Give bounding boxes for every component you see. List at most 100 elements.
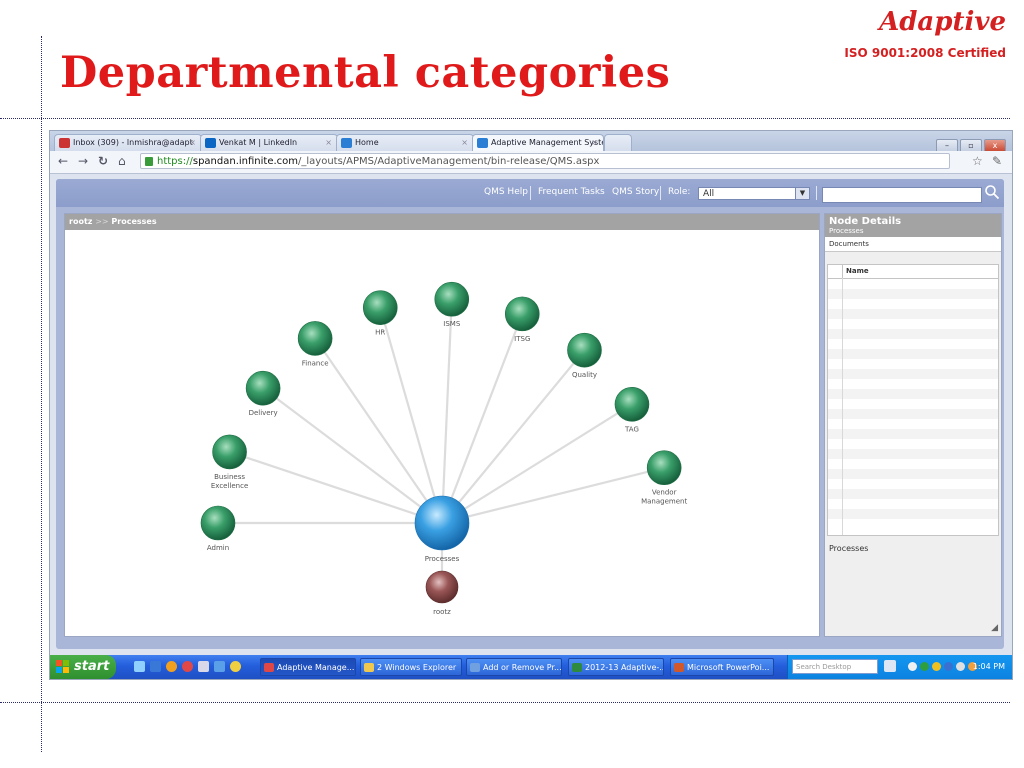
messenger-icon[interactable]: [214, 661, 225, 672]
close-icon[interactable]: ×: [189, 135, 196, 151]
table-row[interactable]: [828, 359, 998, 369]
table-row[interactable]: [828, 439, 998, 449]
table-row[interactable]: [828, 409, 998, 419]
browser-tab-bar: Inbox (309) - lnmishra@adapt × Venkat M …: [50, 131, 1012, 153]
home-icon[interactable]: ⌂: [118, 154, 126, 168]
table-row[interactable]: [828, 349, 998, 359]
close-icon[interactable]: ×: [461, 135, 468, 151]
graph-node-quality[interactable]: [567, 332, 602, 368]
graph-node-label: Processes: [425, 555, 460, 563]
wrench-icon[interactable]: ✎: [992, 154, 1002, 168]
taskbar-item-excel[interactable]: 2012-13 Adaptive-...: [568, 658, 664, 676]
taskbar-item-explorer[interactable]: 2 Windows Explorer: [360, 658, 462, 676]
table-row[interactable]: [828, 489, 998, 499]
table-row[interactable]: [828, 339, 998, 349]
forward-icon[interactable]: →: [78, 154, 88, 168]
search-input[interactable]: [822, 187, 982, 203]
node-details-panel: Node Details Processes Documents Name Pr…: [824, 213, 1002, 637]
graph-node-delivery[interactable]: [245, 370, 281, 406]
close-icon[interactable]: ×: [591, 135, 598, 151]
taskbar-item-powerpoint[interactable]: Microsoft PowerPoi...: [670, 658, 774, 676]
graph-node-isms[interactable]: [434, 281, 470, 317]
tab-documents[interactable]: Documents: [825, 237, 1001, 252]
table-row[interactable]: [828, 299, 998, 309]
taskbar-item-adaptive[interactable]: Adaptive Manage...: [260, 658, 356, 676]
resize-handle-icon[interactable]: ◢: [991, 623, 998, 633]
documents-grid: Name: [827, 264, 999, 536]
table-row[interactable]: [828, 509, 998, 519]
table-row[interactable]: [828, 519, 998, 529]
graph-node-hr[interactable]: [362, 290, 398, 325]
table-row[interactable]: [828, 309, 998, 319]
app-icon[interactable]: [230, 661, 241, 672]
taskbar-item-add-remove[interactable]: Add or Remove Pr...: [466, 658, 562, 676]
browser-tab-adaptive[interactable]: Adaptive Management System ×: [472, 134, 604, 151]
table-row[interactable]: [828, 469, 998, 479]
new-tab-button[interactable]: [604, 134, 632, 151]
table-row[interactable]: [828, 459, 998, 469]
graph-node-label: HR: [375, 329, 385, 337]
qms-story-link[interactable]: QMS Story: [612, 187, 659, 197]
powerpoint-icon: [674, 663, 684, 672]
browser-tab-gmail[interactable]: Inbox (309) - lnmishra@adapt ×: [54, 134, 202, 151]
shield-icon[interactable]: [932, 662, 941, 671]
star-icon[interactable]: ☆: [972, 154, 983, 168]
graph-node-business-excellence[interactable]: [212, 434, 247, 470]
start-button[interactable]: start: [50, 655, 116, 679]
chevron-down-icon[interactable]: ▼: [795, 188, 809, 199]
graph-node-vendor-management[interactable]: [646, 450, 682, 486]
table-row[interactable]: [828, 319, 998, 329]
table-row[interactable]: [828, 279, 998, 289]
graph-node-tag[interactable]: [614, 386, 650, 422]
table-row[interactable]: [828, 369, 998, 379]
outlook-icon[interactable]: [198, 661, 209, 672]
table-row[interactable]: [828, 329, 998, 339]
table-row[interactable]: [828, 379, 998, 389]
browser-tab-home[interactable]: Home ×: [336, 134, 474, 151]
toolbar-divider: [660, 186, 661, 200]
windows-logo-icon: [56, 660, 69, 673]
qms-app: QMS Help Frequent Tasks QMS Story Role: …: [56, 179, 1004, 649]
table-row[interactable]: [828, 389, 998, 399]
back-icon[interactable]: ←: [58, 154, 68, 168]
graph-node-finance[interactable]: [297, 321, 333, 356]
graph-node-center[interactable]: [414, 495, 470, 551]
graph-edge: [262, 387, 443, 524]
graph-node-label: Quality: [572, 371, 597, 379]
back-arrow-icon[interactable]: [908, 662, 917, 671]
table-row[interactable]: [828, 499, 998, 509]
frequent-tasks-link[interactable]: Frequent Tasks: [538, 187, 605, 197]
qms-help-link[interactable]: QMS Help: [484, 187, 528, 197]
browser-tab-linkedin[interactable]: Venkat M | LinkedIn ×: [200, 134, 338, 151]
table-row[interactable]: [828, 419, 998, 429]
search-icon[interactable]: [984, 184, 1000, 200]
graph-node-itsg[interactable]: [504, 296, 540, 332]
show-desktop-icon[interactable]: [134, 661, 145, 672]
ie-icon[interactable]: [150, 661, 161, 672]
table-row[interactable]: [828, 289, 998, 299]
desktop-search-input[interactable]: Search Desktop: [792, 659, 878, 674]
chrome-icon[interactable]: [182, 661, 193, 672]
firefox-icon[interactable]: [166, 661, 177, 672]
role-select[interactable]: All ▼: [698, 187, 810, 200]
table-row[interactable]: [828, 479, 998, 489]
reload-icon[interactable]: ↻: [98, 154, 108, 168]
graph-node-admin[interactable]: [200, 505, 236, 541]
column-header-name[interactable]: Name: [846, 267, 869, 275]
role-select-value: All: [703, 189, 715, 199]
update-icon[interactable]: [944, 662, 953, 671]
search-icon[interactable]: [884, 660, 896, 672]
slide-title: Departmental categories: [60, 48, 671, 98]
volume-icon[interactable]: [956, 662, 965, 671]
table-row[interactable]: [828, 429, 998, 439]
graph-node-label: Admin: [207, 544, 229, 552]
url-scheme: https://: [157, 156, 193, 167]
graph-node-parent[interactable]: [425, 570, 459, 604]
graph-edge: [441, 403, 633, 524]
table-row[interactable]: [828, 449, 998, 459]
close-icon[interactable]: ×: [325, 135, 332, 151]
table-row[interactable]: [828, 399, 998, 409]
breadcrumb-root[interactable]: rootz: [69, 217, 92, 226]
url-input[interactable]: https://spandan.infinite.com/_layouts/AP…: [140, 153, 950, 169]
network-icon[interactable]: [920, 662, 929, 671]
